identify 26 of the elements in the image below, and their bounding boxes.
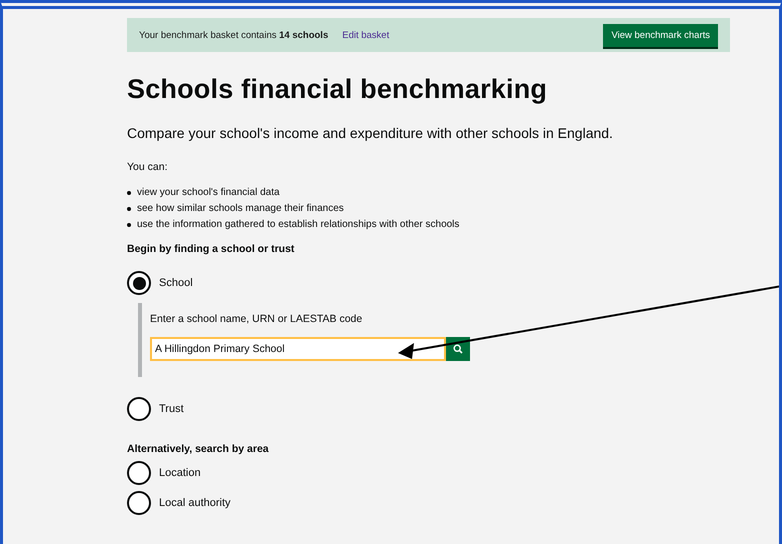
radio-button[interactable] [127,491,151,515]
radio-label: Local authority [159,497,231,509]
radio-button[interactable] [127,271,151,295]
field-label: Enter a school name, URN or LAESTAB code [150,313,364,325]
radio-label: Location [159,467,201,479]
page-heading: Schools financial benchmarking [127,74,548,105]
section-heading: Alternatively, search by area [127,443,270,455]
search-field[interactable]: A Hillingdon Primary School [150,337,446,361]
radio-button[interactable] [127,397,151,421]
bullet-item: see how similar schools manage their finances [137,202,344,216]
bullet-dot [127,223,131,227]
search-button[interactable] [446,337,470,361]
basket-text: Your benchmark basket contains 14 schools [139,30,328,40]
edit-basket-link[interactable]: Edit basket [342,30,390,40]
lead-text: Compare your school's income and expenditure with other schools in England. [127,125,614,141]
radio-label: Trust [159,403,184,415]
section-heading: Begin by finding a school or trust [127,243,296,255]
view-charts-button[interactable]: View benchmark charts [603,24,718,46]
bullet-dot [127,207,131,211]
bullet-dot [127,191,131,195]
intro-text: You can: [127,161,168,173]
bullet-item: use the information gathered to establish relationships with other schools [137,218,460,232]
bullet-item: view your school's financial data [137,186,280,200]
radio-button[interactable] [127,461,151,485]
radio-label: School [159,277,193,289]
search-icon [453,344,463,354]
